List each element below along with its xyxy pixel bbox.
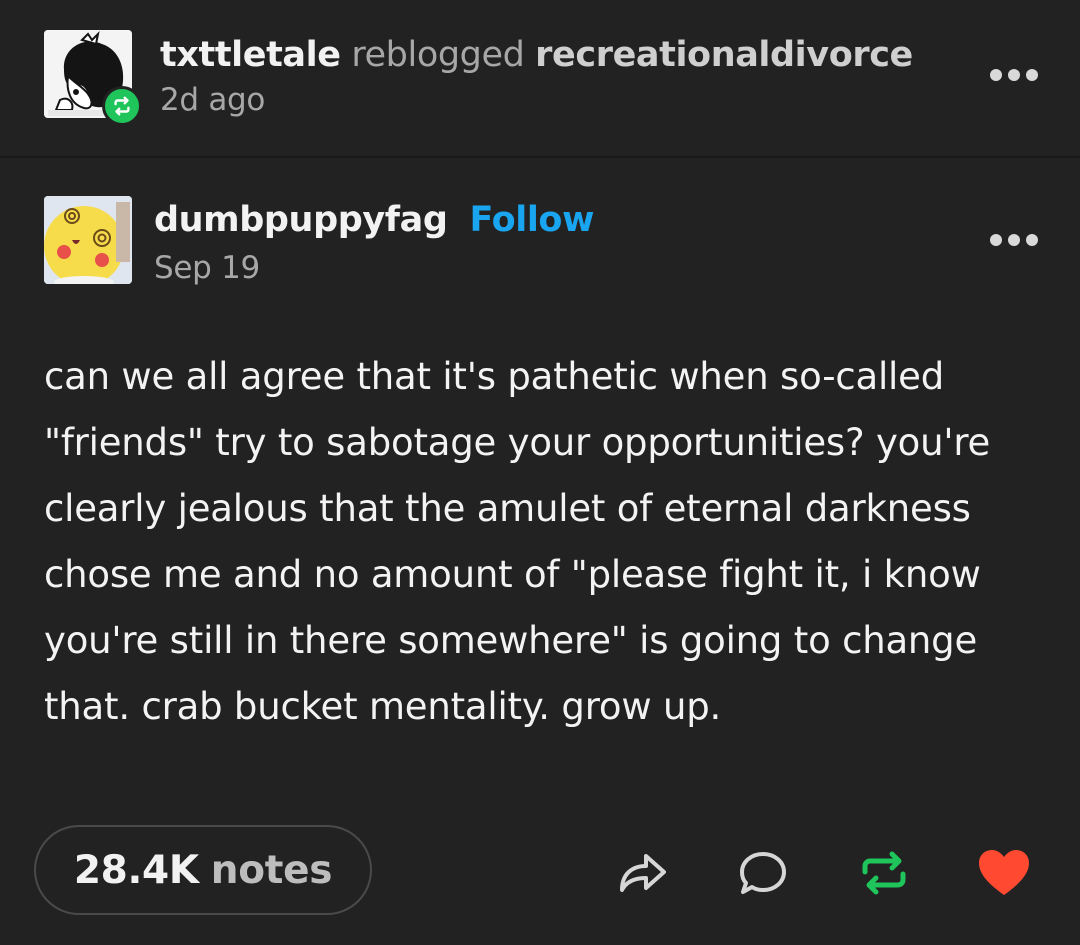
more-options-icon[interactable] [990, 65, 1038, 85]
reblog-button[interactable] [857, 846, 911, 900]
post-date[interactable]: Sep 19 [154, 248, 260, 288]
reblog-header: txttletale reblogged recreationaldivorce… [0, 0, 1080, 158]
reblogger-username[interactable]: txttletale [160, 35, 341, 75]
post-body-text: can we all agree that it's pathetic when… [44, 355, 991, 728]
heart-icon [979, 850, 1029, 895]
follow-button[interactable]: Follow [470, 200, 595, 240]
share-icon [620, 854, 666, 892]
reblog-icon [862, 851, 906, 895]
notes-button[interactable]: 28.4K notes [34, 825, 372, 915]
reply-button[interactable] [736, 846, 790, 900]
post-more-options-icon[interactable] [990, 230, 1038, 250]
like-button[interactable] [977, 846, 1031, 900]
reblog-source-username[interactable]: recreationaldivorce [535, 35, 913, 75]
reblog-action-text: reblogged [351, 35, 525, 75]
reblog-timestamp[interactable]: 2d ago [160, 80, 265, 120]
reply-icon [740, 852, 786, 894]
reblog-line: txttletale reblogged recreationaldivorce [160, 33, 913, 77]
author-line: dumbpuppyfag Follow [154, 198, 594, 242]
share-button[interactable] [615, 846, 669, 900]
author-avatar[interactable] [44, 196, 132, 284]
author-username[interactable]: dumbpuppyfag [154, 200, 448, 240]
reblog-badge-icon [114, 96, 130, 116]
reblog-badge [102, 86, 142, 126]
author-avatar-image [44, 196, 132, 284]
notes-label: notes [210, 847, 333, 893]
notes-count: 28.4K [73, 847, 199, 893]
